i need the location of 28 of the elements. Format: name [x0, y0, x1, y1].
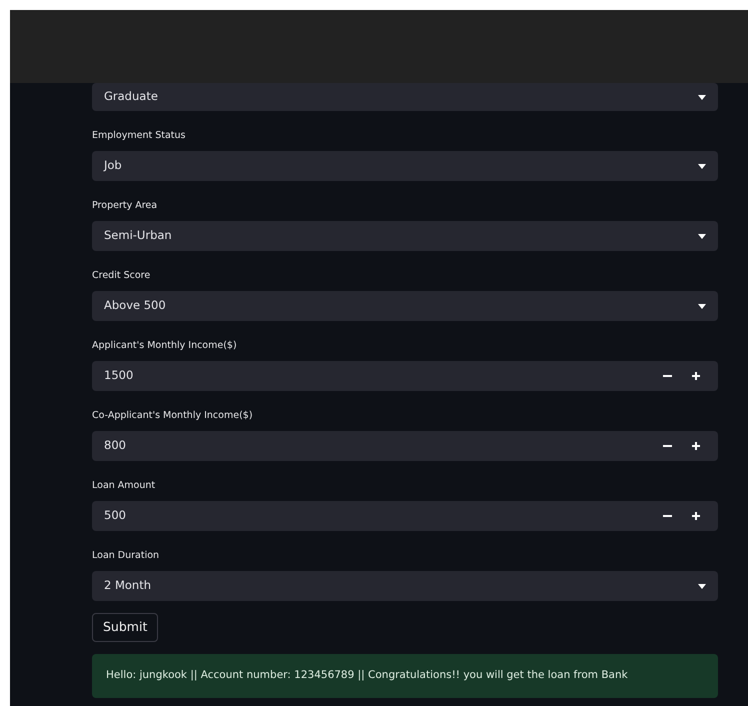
minus-icon: [663, 375, 672, 378]
field-label: Co-Applicant's Monthly Income($): [92, 409, 254, 423]
select-field[interactable]: 2 Month: [92, 571, 718, 601]
submit-button[interactable]: Submit: [92, 613, 158, 642]
field-label: Employment Status: [92, 129, 186, 143]
number-field[interactable]: 1500: [92, 361, 718, 391]
caret-icon: [698, 304, 706, 308]
field-label: Loan Amount: [92, 479, 156, 493]
caret-icon: [698, 164, 706, 168]
number-field[interactable]: 800: [92, 431, 718, 461]
field-label: Loan Duration: [92, 549, 160, 563]
caret-icon: [698, 584, 706, 588]
select-field[interactable]: Semi-Urban: [92, 221, 718, 251]
number-field[interactable]: 500: [92, 501, 718, 531]
select-field[interactable]: Graduate: [92, 83, 718, 111]
caret-icon: [698, 94, 706, 100]
caret-icon: [698, 234, 706, 238]
minus-icon: [663, 515, 672, 518]
plus-icon: [692, 442, 700, 450]
field-label: Property Area: [92, 199, 158, 213]
select-field[interactable]: Above 500: [92, 291, 718, 321]
field-label: Applicant's Monthly Income($): [92, 339, 238, 353]
plus-icon: [692, 512, 700, 520]
plus-icon: [692, 372, 700, 380]
success-message: Hello: jungkook || Account number: 123456789 || Congratulations!! you will get the loan from Bank: [92, 654, 718, 698]
field-label: Credit Score: [92, 269, 152, 283]
select-field[interactable]: Job: [92, 151, 718, 181]
minus-icon: [663, 445, 672, 448]
